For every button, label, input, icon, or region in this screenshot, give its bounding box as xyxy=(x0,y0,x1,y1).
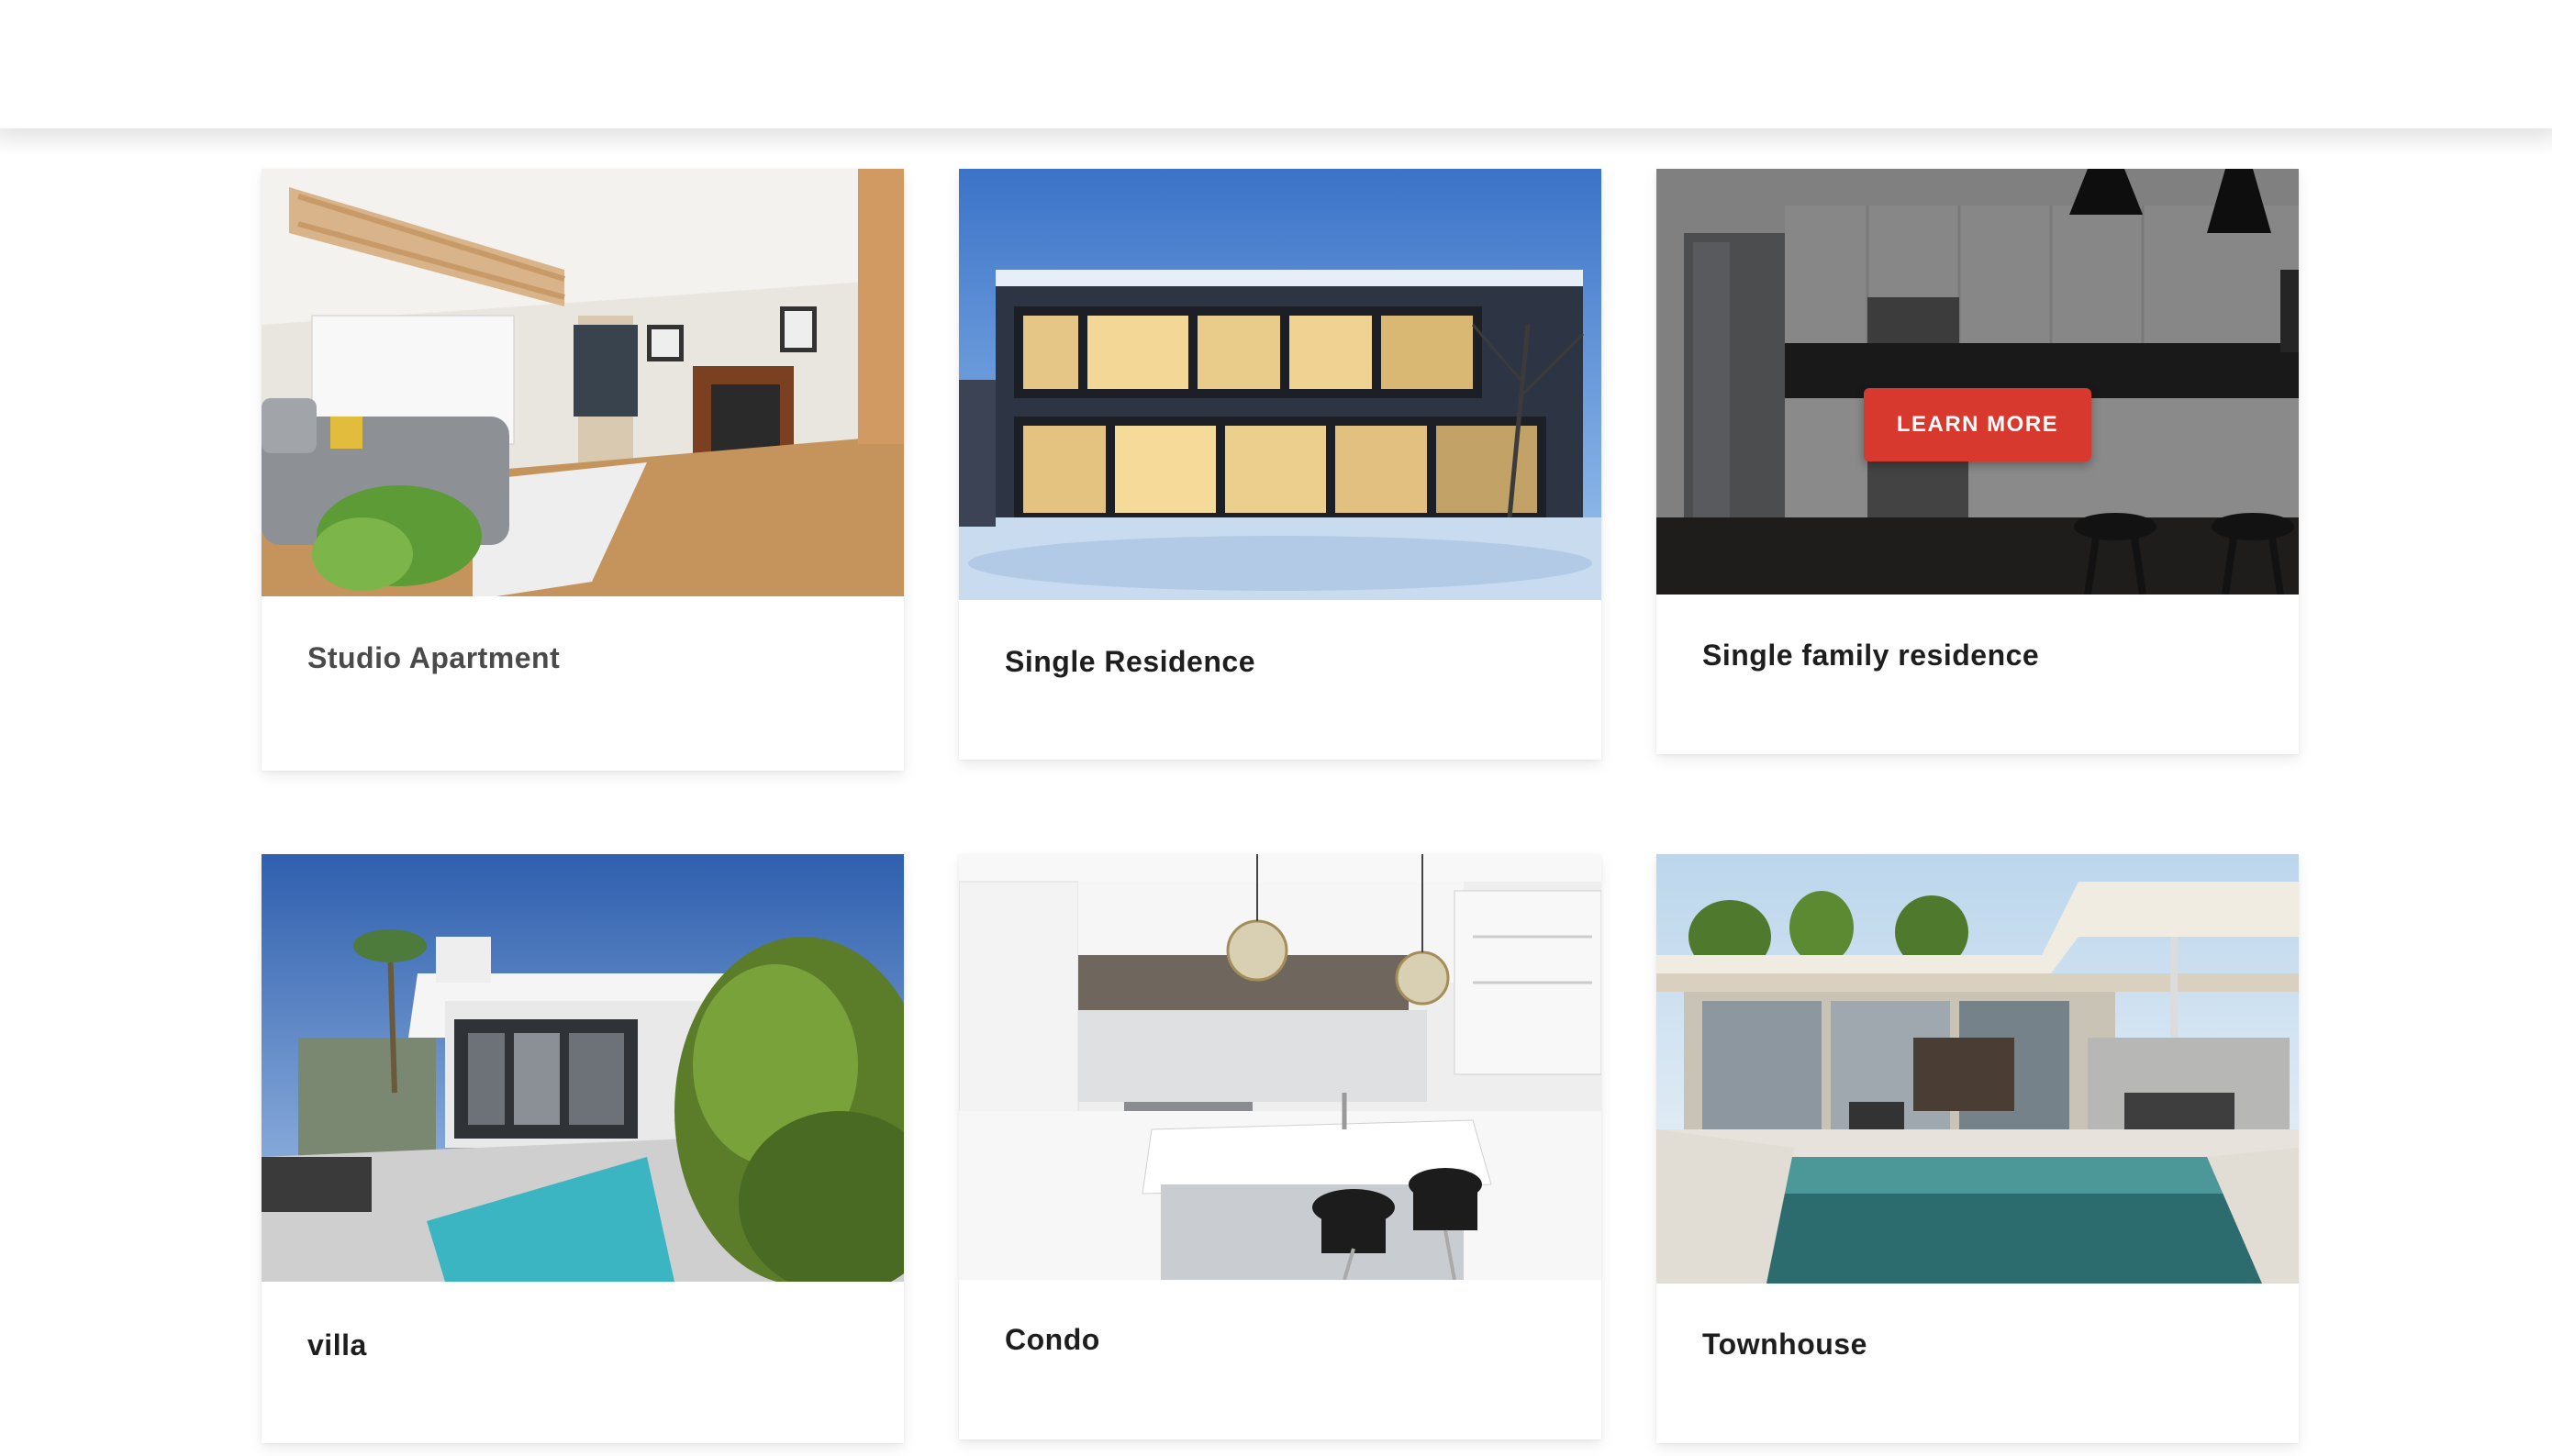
property-photo: LEARN MORE xyxy=(1656,169,2299,595)
property-photo xyxy=(262,854,904,1282)
property-card-single-residence[interactable]: Single Residence xyxy=(959,169,1601,760)
property-card-townhouse[interactable]: Townhouse xyxy=(1656,854,2299,1443)
card-title: Single family residence xyxy=(1702,639,2040,672)
card-title: Condo xyxy=(1005,1323,1100,1356)
card-title: Townhouse xyxy=(1702,1328,1867,1361)
property-card-condo[interactable]: Condo xyxy=(959,854,1601,1439)
card-title: Single Residence xyxy=(1005,645,1255,678)
property-photo xyxy=(959,854,1601,1280)
property-card-villa[interactable]: villa xyxy=(262,854,904,1443)
card-title: villa xyxy=(307,1328,367,1362)
property-card-studio-apartment[interactable]: Studio Apartment xyxy=(262,169,904,771)
property-photo xyxy=(959,169,1601,600)
hover-overlay xyxy=(1656,169,2299,595)
property-card-single-family-residence[interactable]: LEARN MORE Single family residence xyxy=(1656,169,2299,754)
header-shadow xyxy=(0,128,2552,156)
top-header-bar xyxy=(0,0,2552,128)
property-photo xyxy=(1656,854,2299,1284)
card-title: Studio Apartment xyxy=(307,641,561,674)
learn-more-button[interactable]: LEARN MORE xyxy=(1864,388,2091,461)
property-photo xyxy=(262,169,904,596)
